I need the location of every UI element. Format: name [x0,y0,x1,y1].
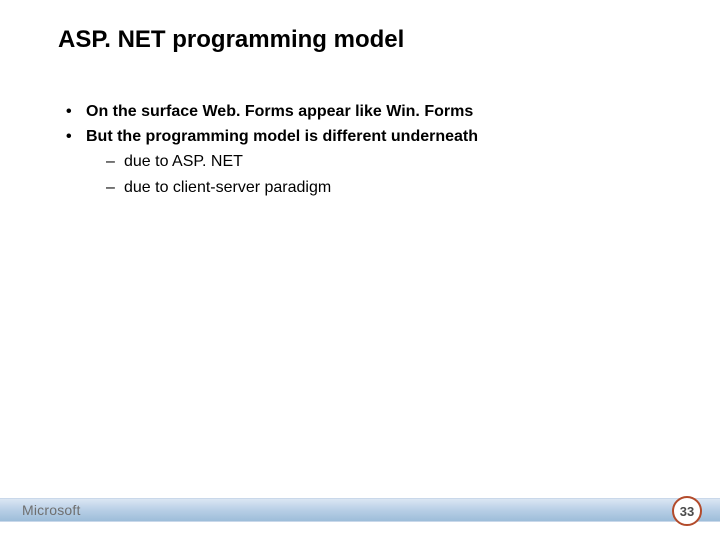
bullet-level-2: due to client-server paradigm [58,176,680,199]
page-number-badge: 33 [672,496,702,526]
footer-bar [0,498,720,522]
bullet-level-1: But the programming model is different u… [58,125,680,148]
bullet-level-1: On the surface Web. Forms appear like Wi… [58,100,680,123]
slide-content: On the surface Web. Forms appear like Wi… [58,100,680,201]
footer-logo: Microsoft [22,502,81,518]
bullet-level-2: due to ASP. NET [58,150,680,173]
slide: ASP. NET programming model On the surfac… [0,0,720,540]
slide-title: ASP. NET programming model [58,26,404,54]
